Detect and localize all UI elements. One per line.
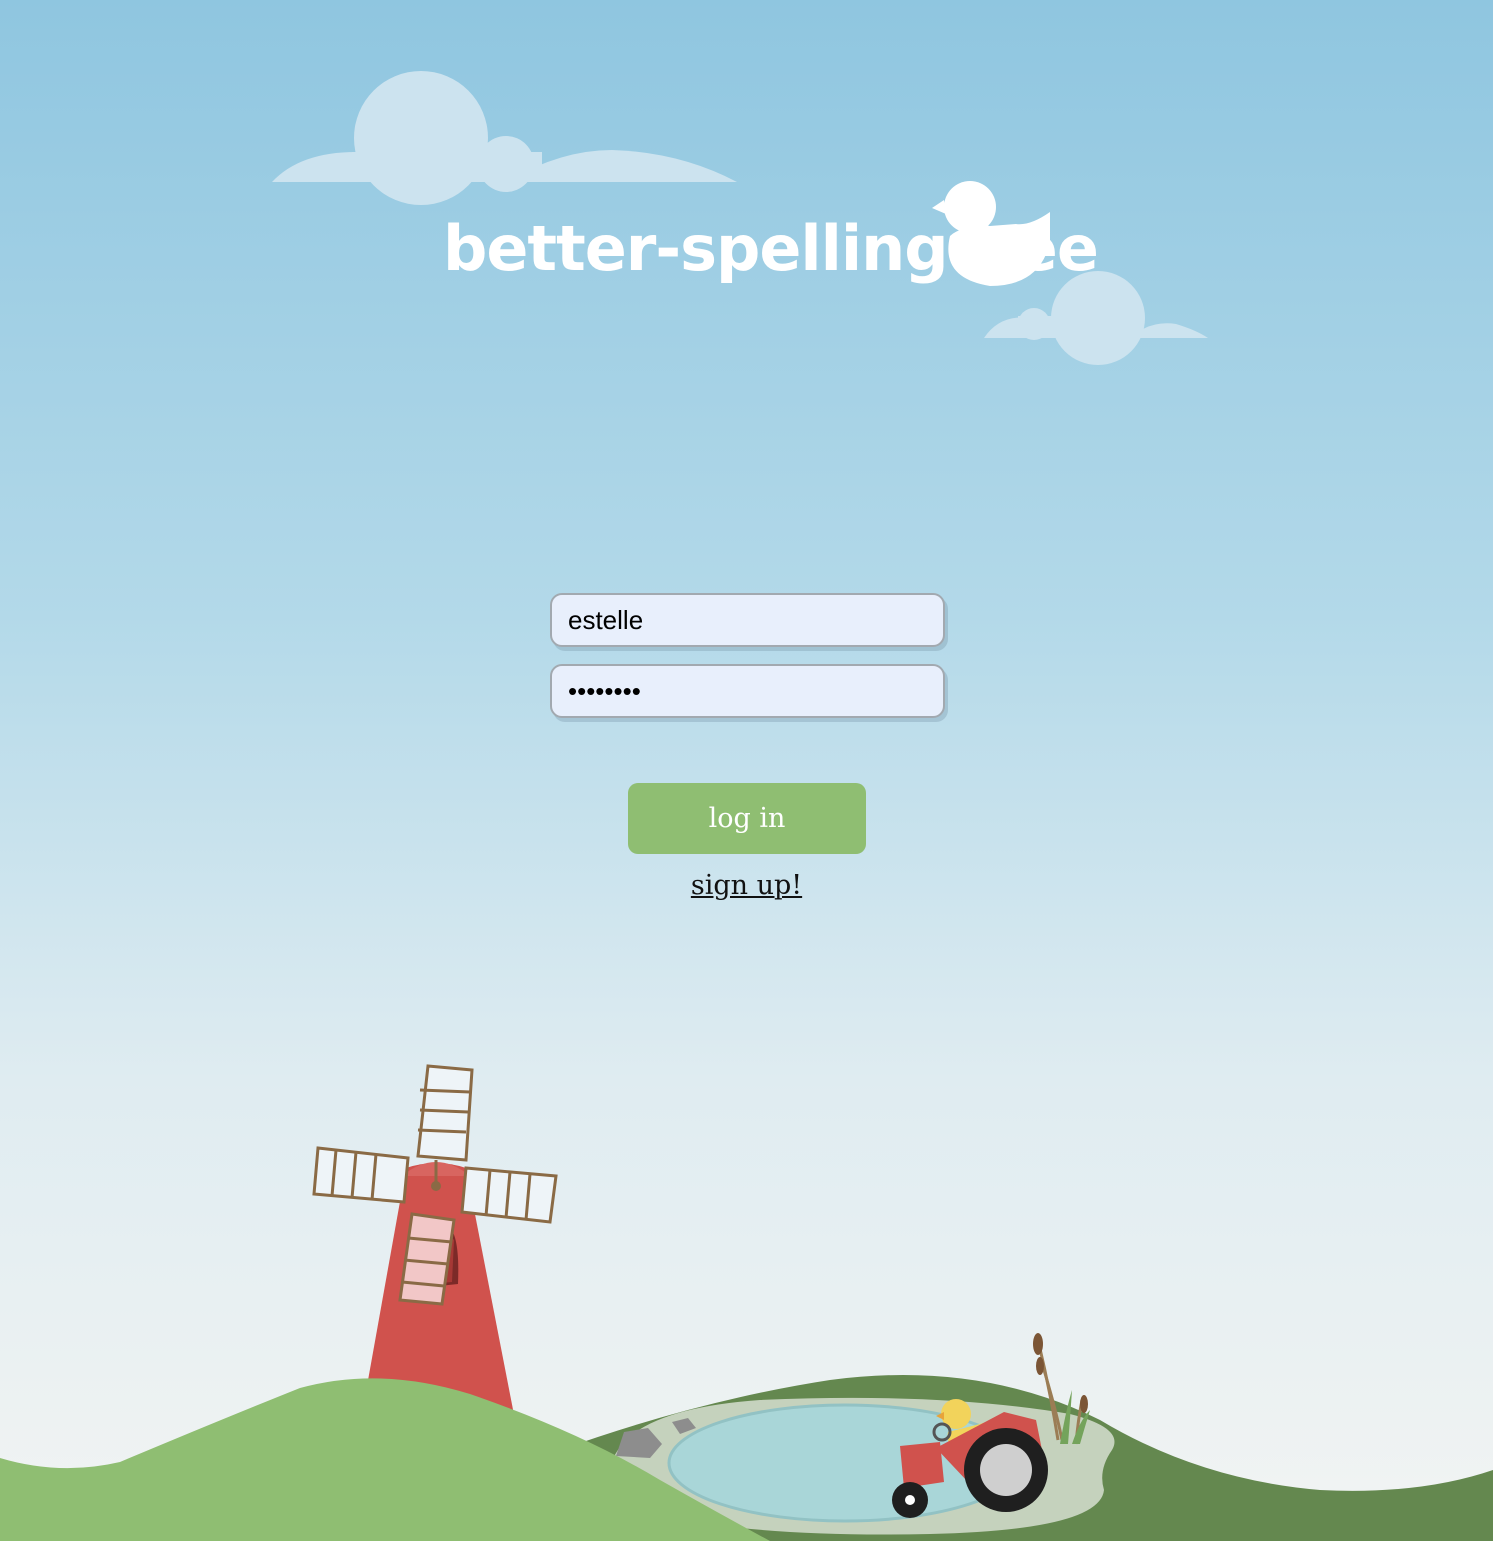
signup-link[interactable]: sign up! <box>691 870 802 901</box>
app-logo: better-spelling-bee <box>443 212 1099 285</box>
signup-link-container: sign up! <box>0 870 1493 901</box>
username-input[interactable] <box>550 593 945 647</box>
cloud-icon <box>984 271 1208 365</box>
password-input[interactable] <box>550 664 945 718</box>
windmill-icon <box>312 1064 558 1425</box>
login-form <box>550 593 945 735</box>
cloud-icon <box>272 71 737 205</box>
login-button[interactable]: log in <box>628 783 866 854</box>
